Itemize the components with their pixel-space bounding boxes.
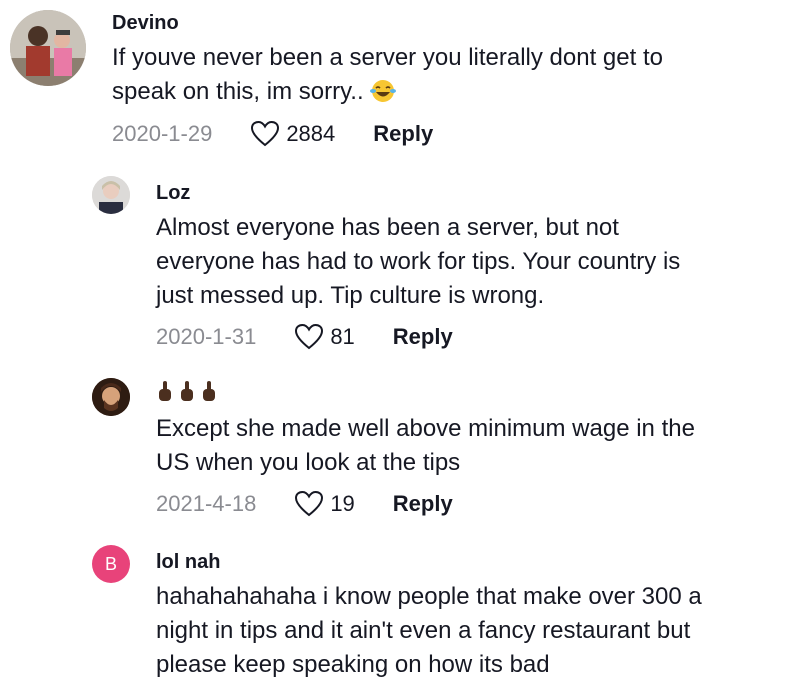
reply-button[interactable]: Reply <box>393 491 453 517</box>
comment-username[interactable]: Devino <box>112 12 179 35</box>
comment-text-line: everyone has had to work for tips. Your … <box>156 248 681 275</box>
like-button[interactable]: 19 <box>294 490 355 518</box>
comment-date: 2021-4-18 <box>156 491 257 516</box>
reply-button[interactable]: Reply <box>393 324 453 350</box>
comment-date: 2020-1-31 <box>156 324 257 349</box>
avatar[interactable] <box>10 10 86 86</box>
comment-meta: 2020-1-29 2884 Reply <box>112 120 433 148</box>
comment-text-line: Almost everyone has been a server, but n… <box>156 214 619 241</box>
heart-icon <box>295 323 324 350</box>
avatar-photo-icon <box>92 176 130 214</box>
avatar-letter: B <box>104 553 117 574</box>
laughing-tears-emoji-icon <box>370 79 397 113</box>
comment-text-line: hahahahahaha i know people that make ove… <box>156 583 702 610</box>
comment-date: 2020-1-29 <box>112 121 213 146</box>
middle-finger-emoji-icon <box>159 381 171 401</box>
avatar-photo-icon <box>92 378 130 416</box>
like-count: 2884 <box>286 121 336 146</box>
avatar-photo-icon <box>10 10 86 86</box>
middle-finger-emoji-icon <box>181 381 193 401</box>
comment-text-line: US when you look at the tips <box>156 449 461 476</box>
like-button[interactable]: 81 <box>294 323 355 351</box>
like-count: 19 <box>330 491 355 516</box>
avatar[interactable] <box>92 378 130 416</box>
avatar[interactable] <box>92 176 130 214</box>
comment-meta: 2021-4-18 19 Reply <box>156 490 453 518</box>
like-button[interactable]: 2884 <box>250 120 335 148</box>
reply-button[interactable]: Reply <box>373 121 433 147</box>
avatar[interactable]: B <box>92 545 130 583</box>
comment-text-fragment: speak on this, im sorry.. <box>112 78 364 105</box>
comment-text-line: Except she made well above minimum wage … <box>156 415 695 442</box>
heart-icon <box>251 120 280 147</box>
comment-text-line: If youve never been a server you literal… <box>112 44 663 71</box>
comment-text-line: just messed up. Tip culture is wrong. <box>156 282 545 309</box>
comment-text-line: speak on this, im sorry.. <box>112 75 397 113</box>
comment-username-emoji[interactable] <box>158 380 216 402</box>
like-count: 81 <box>330 324 355 349</box>
comment-meta: 2020-1-31 81 Reply <box>156 323 453 351</box>
comment-username[interactable]: Loz <box>156 182 190 205</box>
comment-text-line: please keep speaking on how its bad <box>156 651 550 678</box>
comment-username[interactable]: lol nah <box>156 551 220 574</box>
heart-icon <box>295 490 324 517</box>
middle-finger-emoji-icon <box>203 381 215 401</box>
comment-text-line: night in tips and it ain't even a fancy … <box>156 617 691 644</box>
